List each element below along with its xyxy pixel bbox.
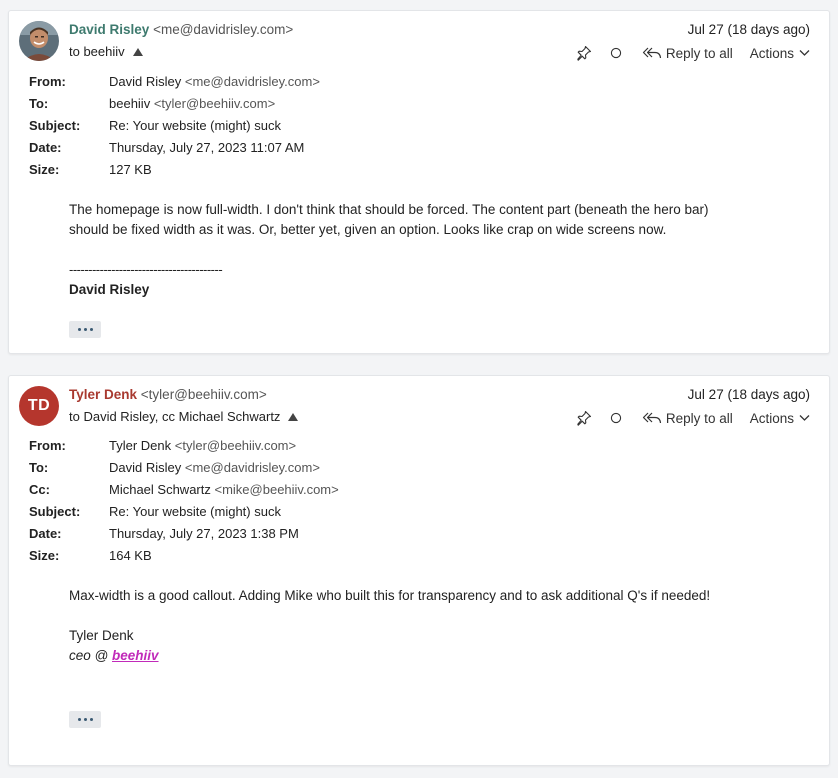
pin-icon [577, 410, 591, 426]
signature: ----------------------------------------… [69, 260, 223, 300]
sender-email[interactable]: <tyler@beehiiv.com> [141, 387, 267, 402]
message-toolbar: Reply to all Actions [576, 407, 810, 429]
from-email[interactable]: <me@davidrisley.com> [185, 74, 320, 89]
to-email[interactable]: <tyler@beehiiv.com> [154, 96, 275, 111]
sender-avatar[interactable] [19, 21, 59, 61]
more-dot [77, 328, 81, 331]
to-email[interactable]: <me@davidrisley.com> [185, 460, 320, 475]
reply-all-label: Reply to all [665, 45, 733, 61]
cc-email[interactable]: <mike@beehiiv.com> [215, 482, 339, 497]
date-label: Date: [29, 526, 62, 541]
signature-title: ceo @ beehiiv [69, 646, 159, 666]
subject-label: Subject: [29, 118, 81, 133]
sender-line: David Risley <me@davidrisley.com> [69, 22, 293, 37]
reply-all-icon [642, 47, 662, 59]
more-dot [77, 718, 81, 721]
message-body: The homepage is now full-width. I don't … [69, 200, 708, 240]
from-name[interactable]: Tyler Denk [109, 438, 171, 453]
message-date: Jul 27 (18 days ago) [687, 387, 810, 402]
message-toolbar: Reply to all Actions [576, 42, 810, 64]
date-value: Thursday, July 27, 2023 1:38 PM [109, 526, 299, 541]
size-label: Size: [29, 162, 60, 177]
cc-label: Cc: [29, 482, 50, 497]
sender-name[interactable]: Tyler Denk [69, 387, 137, 402]
body-line: should be fixed width as it was. Or, bet… [69, 222, 667, 237]
to-label: To: [29, 460, 49, 475]
message-date: Jul 27 (18 days ago) [687, 22, 810, 37]
more-dot [89, 328, 93, 331]
pin-button[interactable] [576, 45, 592, 61]
more-dot [83, 328, 87, 331]
reply-all-label: Reply to all [665, 410, 733, 426]
circle-icon [610, 412, 622, 424]
sender-line: Tyler Denk <tyler@beehiiv.com> [69, 387, 267, 402]
size-label: Size: [29, 548, 60, 563]
from-email[interactable]: <tyler@beehiiv.com> [175, 438, 296, 453]
signature-separator: ---------------------------------------- [69, 262, 223, 277]
body-line: The homepage is now full-width. I don't … [69, 202, 709, 217]
avatar-photo-icon [19, 21, 59, 61]
message-body: Max-width is a good callout. Adding Mike… [69, 586, 710, 606]
body-line: Max-width is a good callout. Adding Mike… [69, 588, 711, 603]
message-card-2: TD Tyler Denk <tyler@beehiiv.com> to Dav… [8, 375, 830, 766]
collapse-details-icon[interactable] [288, 412, 299, 421]
actions-menu-button[interactable]: Actions [750, 46, 810, 61]
actions-menu-button[interactable]: Actions [750, 411, 810, 426]
mark-unread-button[interactable] [610, 47, 622, 59]
subject-label: Subject: [29, 504, 81, 519]
actions-label: Actions [749, 410, 794, 426]
subject-value: Re: Your website (might) suck [109, 118, 281, 133]
subject-value: Re: Your website (might) suck [109, 504, 281, 519]
pin-button[interactable] [576, 410, 592, 426]
beehiiv-link[interactable]: beehiiv [112, 648, 159, 663]
to-label: To: [29, 96, 49, 111]
sender-name[interactable]: David Risley [69, 22, 149, 37]
from-label: From: [29, 438, 66, 453]
chevron-down-icon [799, 415, 810, 421]
reply-all-icon [642, 412, 662, 424]
mark-unread-button[interactable] [610, 412, 622, 424]
pin-icon [577, 45, 591, 61]
from-name[interactable]: David Risley [109, 74, 181, 89]
recipients-text: to beehiiv [69, 44, 125, 59]
reply-all-button[interactable]: Reply to all [642, 411, 733, 426]
circle-icon [610, 47, 622, 59]
more-dot [83, 718, 87, 721]
size-value: 127 KB [109, 162, 152, 177]
sender-email[interactable]: <me@davidrisley.com> [153, 22, 293, 37]
recipients-text: to David Risley, cc Michael Schwartz [69, 409, 281, 424]
cc-name[interactable]: Michael Schwartz [109, 482, 211, 497]
chevron-down-icon [799, 50, 810, 56]
to-name[interactable]: beehiiv [109, 96, 150, 111]
size-value: 164 KB [109, 548, 152, 563]
signature-name: David Risley [69, 282, 150, 297]
signature-name: Tyler Denk [69, 628, 134, 643]
actions-label: Actions [749, 45, 794, 61]
message-card-1: David Risley <me@davidrisley.com> to bee… [8, 10, 830, 354]
signature: Tyler Denk ceo @ beehiiv [69, 626, 159, 666]
show-trimmed-content-button[interactable] [69, 711, 101, 728]
to-name[interactable]: David Risley [109, 460, 181, 475]
from-label: From: [29, 74, 66, 89]
reply-all-button[interactable]: Reply to all [642, 46, 733, 61]
recipients-line: to beehiiv [69, 44, 143, 59]
signature-title-prefix: ceo @ [69, 648, 109, 663]
more-dot [89, 718, 93, 721]
date-label: Date: [29, 140, 62, 155]
collapse-details-icon[interactable] [132, 47, 143, 56]
recipients-line: to David Risley, cc Michael Schwartz [69, 409, 299, 424]
date-value: Thursday, July 27, 2023 11:07 AM [109, 140, 305, 155]
show-trimmed-content-button[interactable] [69, 321, 101, 338]
sender-avatar[interactable]: TD [19, 386, 59, 426]
